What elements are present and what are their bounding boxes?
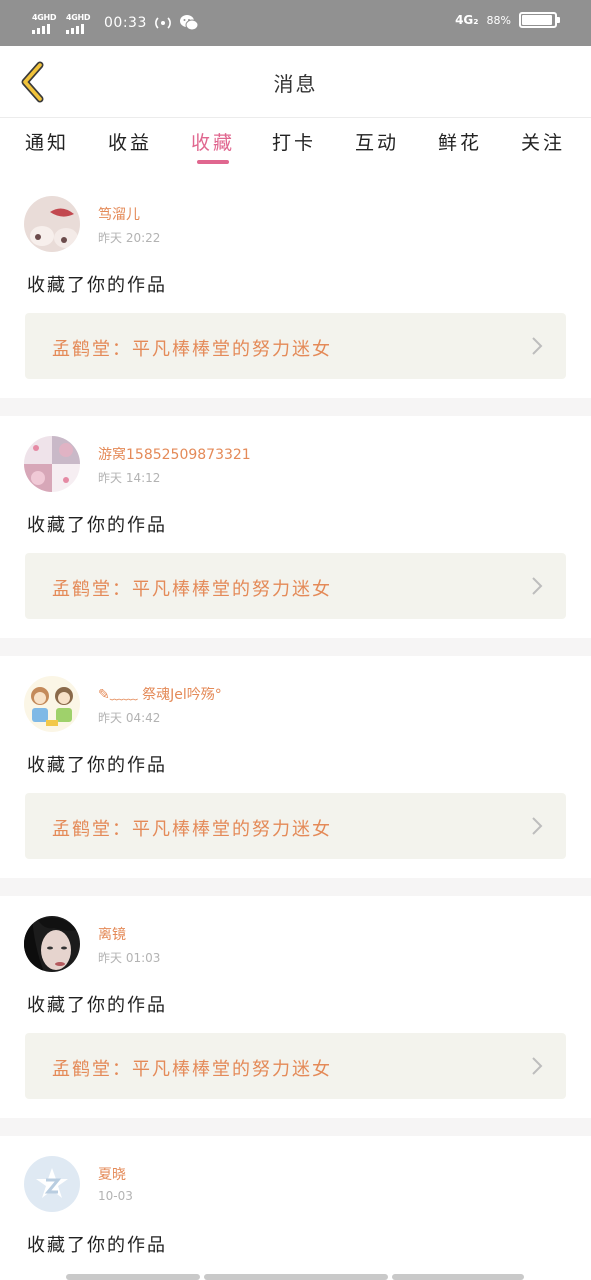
scroll-indicator <box>392 1274 524 1280</box>
username[interactable]: 夏晓 <box>98 1164 126 1184</box>
message-time: 昨天 04:42 <box>98 711 161 725</box>
tab-favorites[interactable]: 收藏 <box>191 128 235 155</box>
battery-icon <box>519 12 560 28</box>
username[interactable]: ✎﹏﹏ 祭魂Jel吟殇° <box>98 684 222 704</box>
divider <box>0 638 591 656</box>
divider <box>0 1118 591 1136</box>
hotspot-icon <box>154 17 171 29</box>
action-text: 收藏了你的作品 <box>27 515 167 536</box>
action-text: 收藏了你的作品 <box>27 1235 167 1256</box>
work-link[interactable]: 孟鹤堂：平凡棒棒堂的努力迷女 <box>25 553 566 619</box>
battery-percent: 88% <box>486 13 511 27</box>
page-title: 消息 <box>273 72 318 96</box>
scroll-indicator <box>66 1274 200 1280</box>
network-indicator: 4G₂ <box>455 13 479 27</box>
work-title: 孟鹤堂：平凡棒棒堂的努力迷女 <box>52 579 332 600</box>
message-time: 10-03 <box>98 1189 133 1203</box>
work-title: 孟鹤堂：平凡棒棒堂的努力迷女 <box>52 339 332 360</box>
username[interactable]: 笃溜儿 <box>98 204 140 224</box>
action-text: 收藏了你的作品 <box>27 275 167 296</box>
signal-bars-icon <box>66 23 84 34</box>
message-time: 昨天 20:22 <box>98 231 161 245</box>
work-title: 孟鹤堂：平凡棒棒堂的努力迷女 <box>52 1059 332 1080</box>
divider <box>0 878 591 896</box>
message-item: 游窝15852509873321 昨天 14:12 收藏了你的作品 孟鹤堂：平凡… <box>0 416 591 638</box>
avatar[interactable] <box>24 916 80 972</box>
action-text: 收藏了你的作品 <box>27 755 167 776</box>
avatar[interactable] <box>24 436 80 492</box>
signal-bars-icon <box>32 23 50 34</box>
chevron-right-icon <box>532 817 543 835</box>
tab-earnings[interactable]: 收益 <box>108 128 152 155</box>
tab-checkin[interactable]: 打卡 <box>272 128 316 155</box>
work-link[interactable]: 孟鹤堂：平凡棒棒堂的努力迷女 <box>25 793 566 859</box>
status-bar: 4GHD 4GHD 00:33 4G₂ 88% <box>0 0 591 46</box>
tab-flowers[interactable]: 鲜花 <box>438 128 482 155</box>
wechat-icon <box>179 15 199 31</box>
scroll-indicator <box>204 1274 388 1280</box>
work-link[interactable]: 孟鹤堂：平凡棒棒堂的努力迷女 <box>25 1033 566 1099</box>
message-time: 昨天 01:03 <box>98 951 161 965</box>
action-text: 收藏了你的作品 <box>27 995 167 1016</box>
header: 消息 <box>0 46 591 118</box>
message-item: 笃溜儿 昨天 20:22 收藏了你的作品 孟鹤堂：平凡棒棒堂的努力迷女 <box>0 176 591 398</box>
tab-following[interactable]: 关注 <box>521 128 565 155</box>
username[interactable]: 离镜 <box>98 924 126 944</box>
message-item: 夏晓 10-03 收藏了你的作品 <box>0 1136 591 1280</box>
status-time: 00:33 <box>104 15 147 31</box>
battery-fill <box>522 15 552 25</box>
username[interactable]: 游窝15852509873321 <box>98 444 251 464</box>
tab-bar: 通知 收益 收藏 打卡 互动 鲜花 关注 <box>0 118 591 176</box>
chevron-right-icon <box>532 337 543 355</box>
message-item: 离镜 昨天 01:03 收藏了你的作品 孟鹤堂：平凡棒棒堂的努力迷女 <box>0 896 591 1118</box>
message-item: ✎﹏﹏ 祭魂Jel吟殇° 昨天 04:42 收藏了你的作品 孟鹤堂：平凡棒棒堂的… <box>0 656 591 878</box>
chevron-right-icon <box>532 1057 543 1075</box>
tab-interaction[interactable]: 互动 <box>355 128 399 155</box>
sim2-signal: 4GHD <box>66 13 94 34</box>
divider <box>0 398 591 416</box>
sim2-label: 4GHD <box>66 12 91 22</box>
tab-notifications[interactable]: 通知 <box>25 128 69 155</box>
work-title: 孟鹤堂：平凡棒棒堂的努力迷女 <box>52 819 332 840</box>
tab-indicator <box>197 160 229 164</box>
message-time: 昨天 14:12 <box>98 471 161 485</box>
avatar[interactable] <box>24 196 80 252</box>
avatar[interactable] <box>24 676 80 732</box>
work-link[interactable]: 孟鹤堂：平凡棒棒堂的努力迷女 <box>25 313 566 379</box>
chevron-right-icon <box>532 577 543 595</box>
sim1-label: 4GHD <box>32 12 57 22</box>
avatar[interactable] <box>24 1156 80 1212</box>
sim1-signal: 4GHD <box>32 13 60 34</box>
